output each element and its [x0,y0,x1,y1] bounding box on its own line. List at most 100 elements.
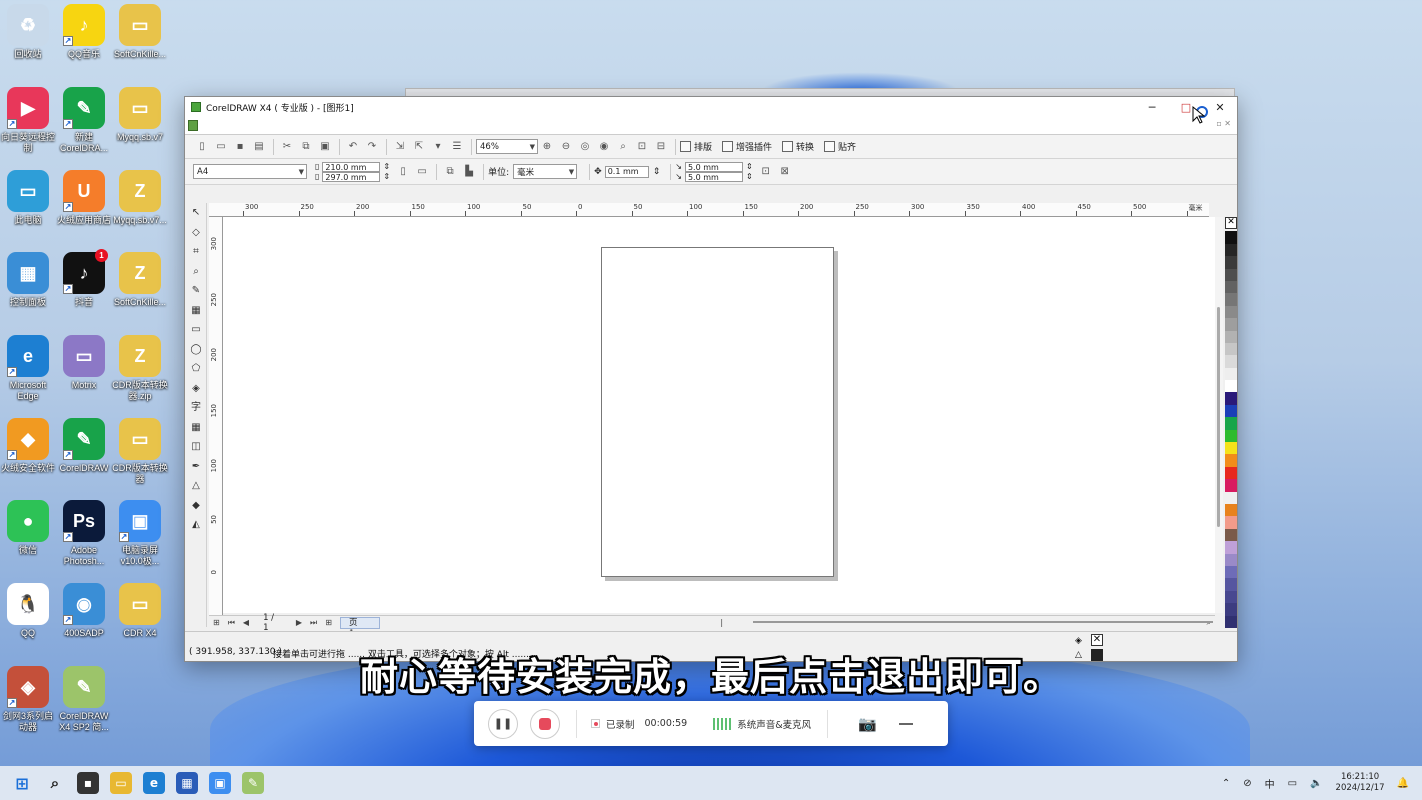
coreldraw-taskbar-icon[interactable]: ✎ [242,772,264,794]
desktop-icon[interactable]: ▣ ↗ 电脑录屏 v10.0极... [112,500,168,567]
color-swatch[interactable] [1225,342,1237,356]
rectangle-tool-icon[interactable]: ▭ [187,320,205,340]
color-swatch[interactable] [1225,256,1237,269]
spinner-icon[interactable]: ⇕ [746,172,753,182]
convert-button[interactable]: 转换 [782,140,814,153]
color-swatch[interactable] [1225,268,1237,281]
unit-combo[interactable]: 毫米 ▼ [513,164,578,179]
redo-icon[interactable]: ↷ [363,138,381,156]
eyedropper-icon[interactable]: ✒ [187,457,205,477]
minimize-recorder-icon[interactable] [898,722,913,725]
color-swatch[interactable] [1225,528,1237,542]
export-icon[interactable]: ⇱ [410,138,428,156]
zoom-in-icon[interactable]: ⊕ [538,138,556,156]
plugins-button[interactable]: 增强插件 [722,140,772,153]
table-tool-icon[interactable]: ▦ [187,418,205,438]
smart-fill-icon[interactable]: ▦ [187,301,205,321]
navigator-zoom-icon[interactable]: ⌕ [1207,618,1211,628]
desktop-icon[interactable]: ◉ ↗ 400SADP [56,583,112,639]
zoom-out-icon[interactable]: ⊖ [557,138,575,156]
add-page-after-icon[interactable]: ⊞ [325,618,332,627]
paste-icon[interactable]: ▣ [316,138,334,156]
ellipse-tool-icon[interactable]: ◯ [187,340,205,360]
desktop-icon[interactable]: e ↗ Microsoft Edge [0,335,56,402]
desktop-icon[interactable]: ♻ 回收站 [0,4,56,60]
desktop-icon[interactable]: U ↗ 火绒应用商店 [56,170,112,226]
desktop-icon[interactable]: ▭ Myqq.sb.v7 [112,87,168,143]
zoom-tool-icon[interactable]: ⌕ [187,262,205,282]
interactive-fill-icon[interactable]: ◭ [187,515,205,535]
audio-source[interactable]: 系统声音&麦克风 [737,717,811,731]
volume-icon[interactable]: 🔈 [1310,778,1322,789]
add-page-before-icon[interactable]: ⊞ [213,618,220,627]
desktop-icon[interactable]: ▭ Motrix [56,335,112,391]
stop-button[interactable] [530,708,560,739]
desktop-icon[interactable]: ✎ ↗ 新建 CorelDRA... [56,87,112,154]
pick-tool-icon[interactable]: ↖ [187,203,205,223]
color-swatch[interactable] [1225,565,1237,579]
outline-tool-icon[interactable]: △ [187,476,205,496]
color-swatch[interactable] [1225,305,1237,319]
app-launcher-icon[interactable]: ▾ [429,138,447,156]
color-swatch[interactable] [1225,590,1237,604]
nudge-field[interactable]: 0.1 mm [604,165,649,178]
vertical-scrollbar[interactable] [1215,217,1223,613]
layout-button[interactable]: 排版 [680,140,712,153]
desktop-icon[interactable]: ✎ ↗ CorelDRAW [56,418,112,474]
desktop-icon[interactable]: 🐧 QQ [0,583,56,639]
file-explorer-icon[interactable]: ▭ [110,772,132,794]
input-method[interactable]: 中 [1265,776,1275,791]
dup-y-field[interactable]: 5.0 mm [684,171,743,182]
color-swatch[interactable] [1225,615,1237,628]
import-icon[interactable]: ⇲ [391,138,409,156]
spinner-icon[interactable]: ⇕ [383,172,390,182]
polygon-tool-icon[interactable]: ⬠ [187,359,205,379]
clock[interactable]: 16:21:10 2024/12/17 [1336,772,1385,794]
document-icon[interactable] [188,120,198,131]
desktop-icon[interactable]: Z SoftCnKille... [112,252,168,308]
desktop-icon[interactable]: ▦ 控制面板 [0,252,56,308]
first-page-icon[interactable]: ⏮ [228,618,235,628]
search-icon[interactable]: ⌕ [44,772,66,794]
open-icon[interactable]: ▭ [212,138,230,156]
undo-icon[interactable]: ↶ [344,138,362,156]
desktop-icon[interactable]: Ps ↗ Adobe Photosh... [56,500,112,567]
color-swatch[interactable] [1225,404,1237,418]
zoom-selected-icon[interactable]: ◎ [576,138,594,156]
color-swatch[interactable] [1225,491,1237,504]
vertical-ruler[interactable]: 300 250 200 150 100 50 0 [209,217,223,615]
color-swatch[interactable] [1225,367,1237,381]
options-icon[interactable]: ☰ [448,138,466,156]
scroll-thumb[interactable] [1217,307,1220,527]
store-icon[interactable]: ▦ [176,772,198,794]
portrait-icon[interactable]: ▯ [394,163,412,181]
freehand-tool-icon[interactable]: ✎ [187,281,205,301]
all-pages-icon[interactable]: ⧉ [441,163,459,181]
copy-icon[interactable]: ⧉ [297,138,315,156]
horizontal-scrollbar[interactable] [739,620,1214,625]
horizontal-ruler[interactable]: 300 250 200 150 100 50 0 50 100 150 200 250 300 350 40… [209,203,1209,217]
color-swatch[interactable] [1225,355,1237,368]
text-tool-icon[interactable]: 字 [187,398,205,418]
start-icon[interactable]: ⊞ [11,772,33,794]
zoom-combo[interactable]: 46% ▼ [476,139,538,154]
width-field[interactable]: 210.0 mm [322,161,381,172]
color-swatch[interactable] [1225,417,1237,430]
last-page-icon[interactable]: ⏭ [310,618,317,628]
no-fill-swatch[interactable]: ✕ [1091,634,1103,646]
desktop-icon[interactable]: ▶ ↗ 向日葵远程控制 [0,87,56,154]
spinner-icon[interactable]: ⇕ [653,167,661,177]
color-swatch[interactable] [1225,503,1237,517]
page-size-combo[interactable]: A4 ▼ [193,164,307,179]
zoom-page-icon[interactable]: ⌕ [614,138,632,156]
spinner-icon[interactable]: ⇕ [383,162,390,172]
color-swatch[interactable] [1225,380,1237,393]
desktop-icon[interactable]: ▭ CDR X4 [112,583,168,639]
spinner-icon[interactable]: ⇕ [746,162,753,172]
network-icon[interactable]: ⊘ [1243,778,1251,789]
pause-button[interactable]: ❚❚ [488,708,518,739]
minimize-button[interactable]: ─ [1135,97,1169,117]
page-tab[interactable]: 页 1 [339,616,381,639]
desktop-icon[interactable]: ◆ ↗ 火绒安全软件 [0,418,56,474]
fill-tool-icon[interactable]: ◆ [187,496,205,516]
